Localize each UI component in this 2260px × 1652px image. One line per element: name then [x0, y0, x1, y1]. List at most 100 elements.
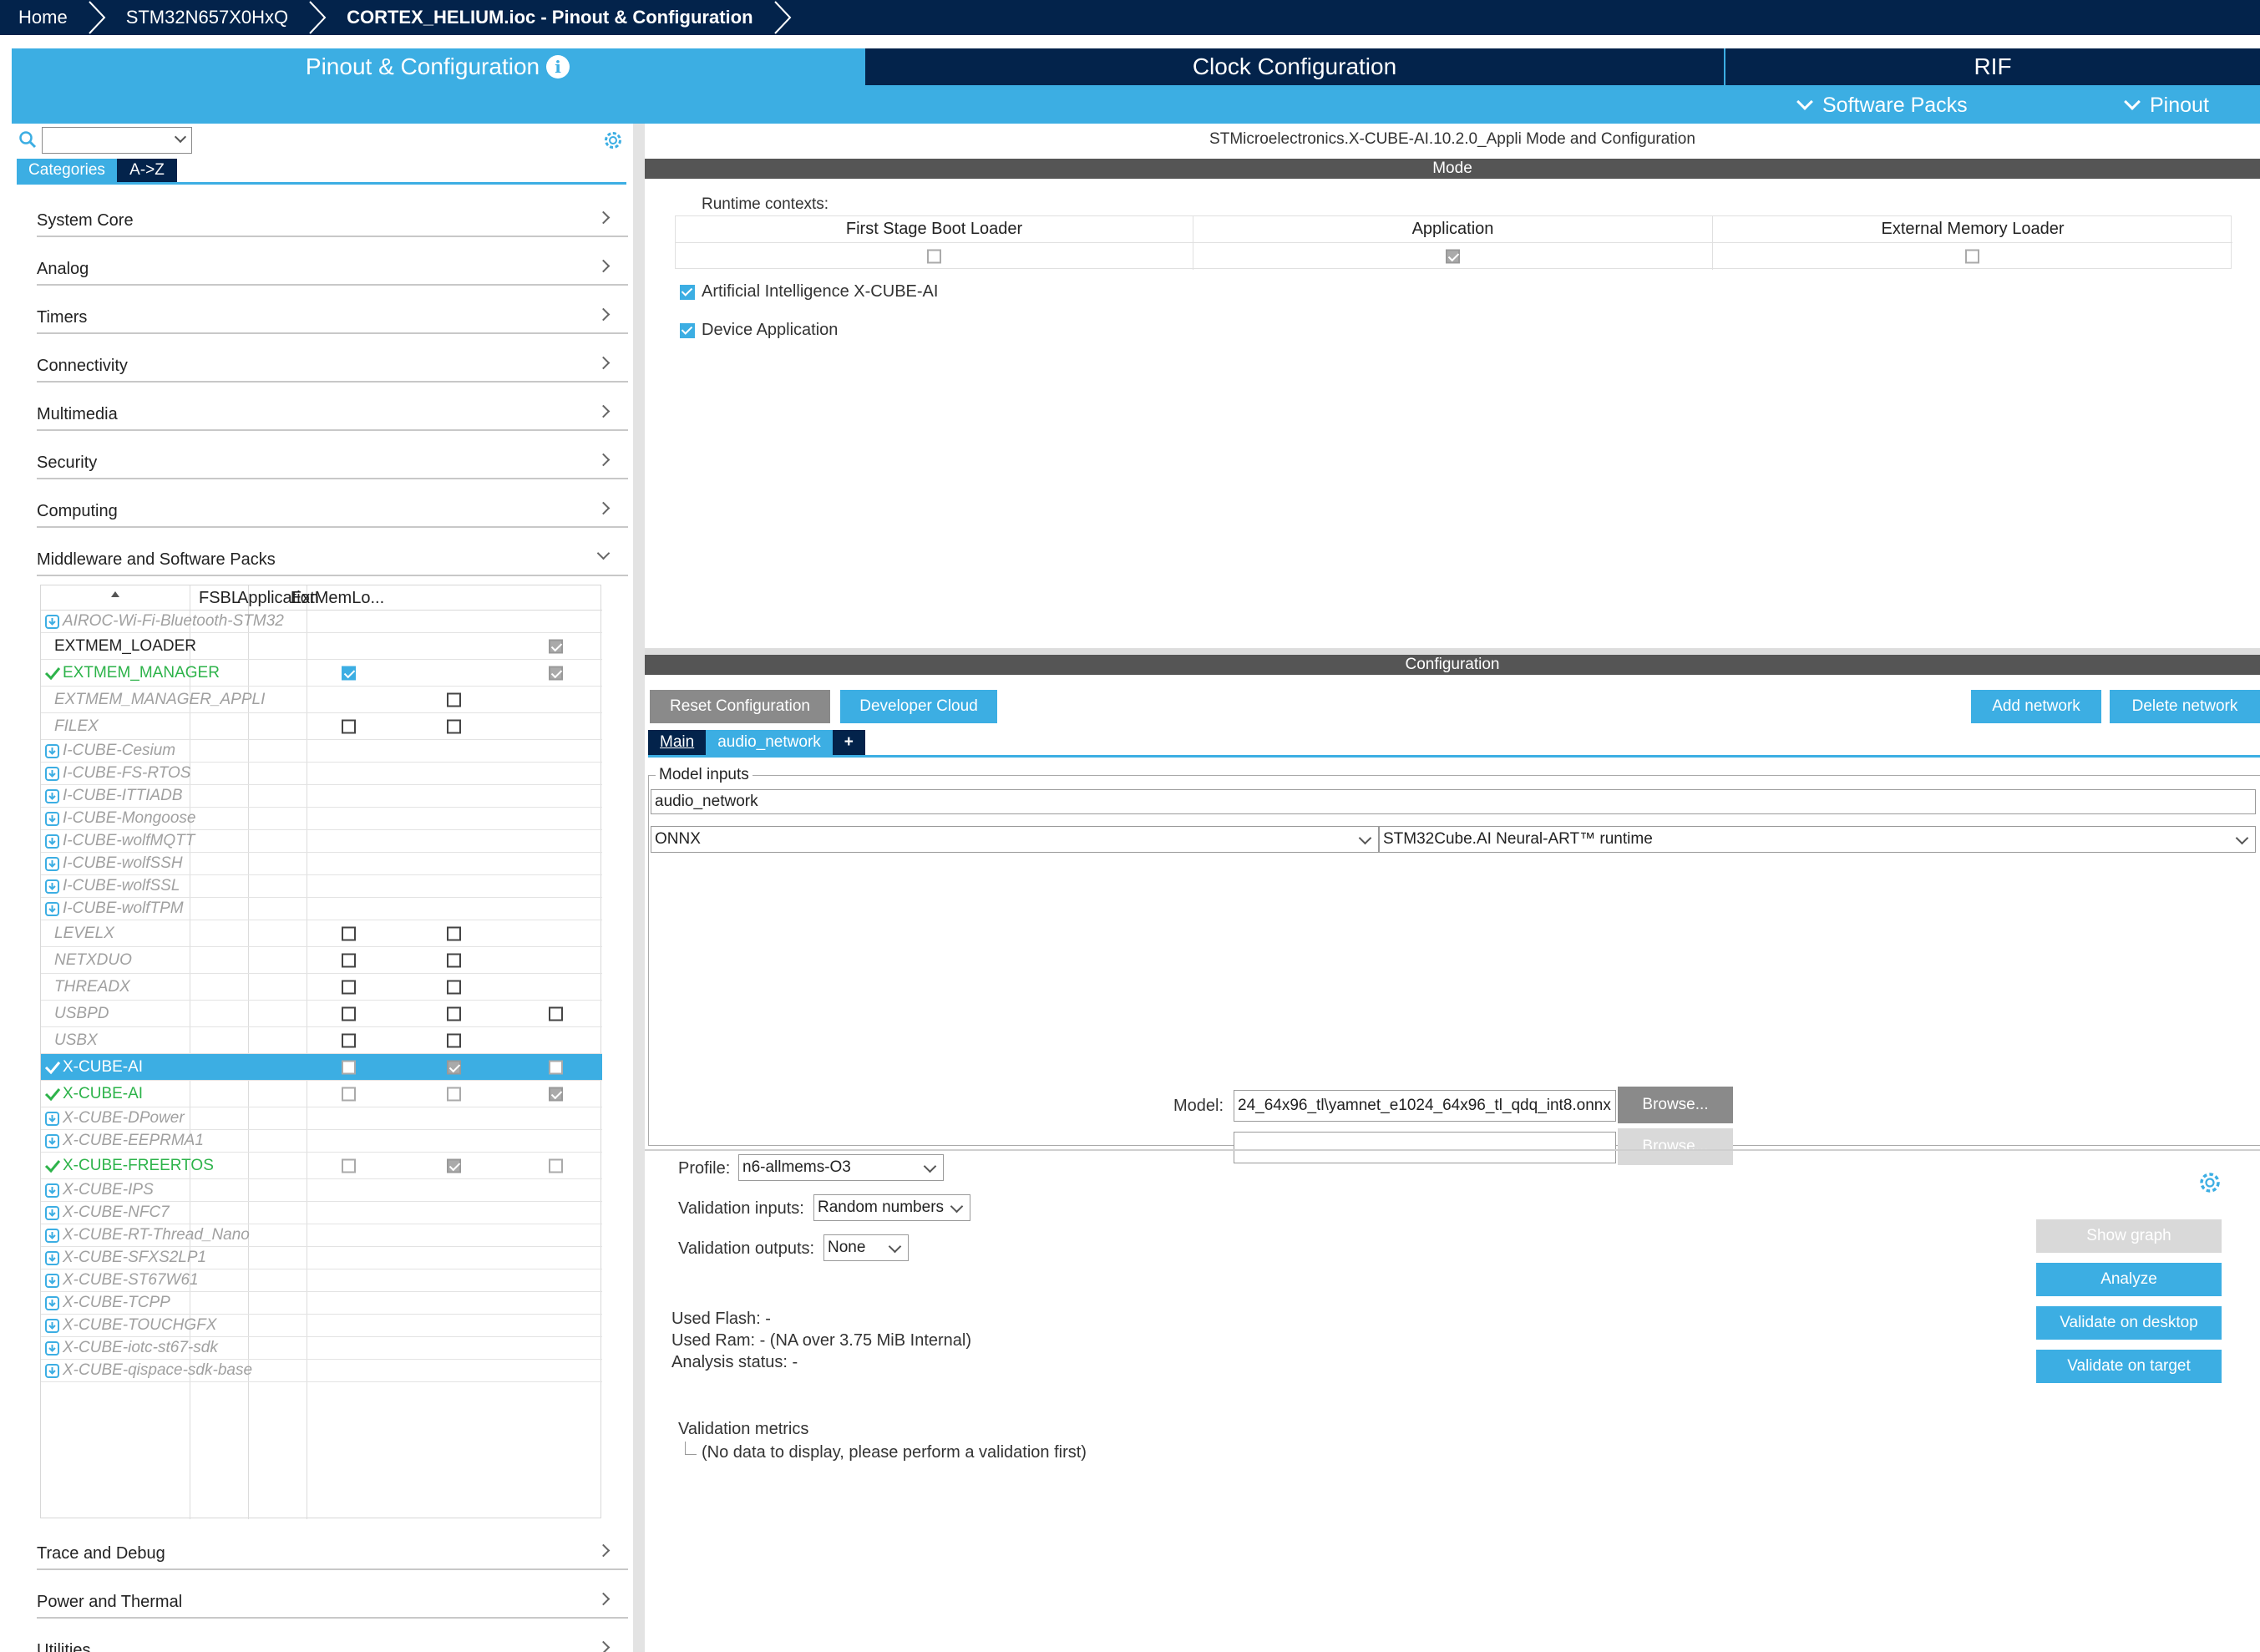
tab-categories[interactable]: Categories: [17, 159, 117, 182]
browse-model-button[interactable]: Browse...: [1618, 1087, 1733, 1123]
profile-select[interactable]: n6-allmems-O3: [738, 1154, 944, 1181]
context-app-checkbox[interactable]: [447, 719, 461, 733]
context-app-checkbox[interactable]: [447, 980, 461, 994]
option-x-cube-ai[interactable]: Artificial Intelligence X-CUBE-AI: [680, 282, 938, 302]
category-row[interactable]: Connectivity: [37, 334, 628, 383]
table-row[interactable]: USBX: [41, 1027, 602, 1054]
context-fsbl-checkbox[interactable]: [342, 1158, 356, 1173]
context-app-checkbox[interactable]: [447, 926, 461, 940]
table-row[interactable]: X-CUBE-EEPRMA1: [41, 1130, 602, 1153]
mode-config-splitter[interactable]: [645, 648, 2260, 655]
analyze-button[interactable]: Analyze: [2036, 1263, 2222, 1296]
context-fsbl-checkbox[interactable]: [342, 926, 356, 940]
gear-icon[interactable]: [2197, 1169, 2223, 1196]
software-packs-menu[interactable]: Software Packs: [1796, 87, 1968, 124]
validation-inputs-select[interactable]: Random numbers: [813, 1194, 970, 1221]
option-device-application[interactable]: Device Application: [680, 321, 838, 340]
category-row[interactable]: Power and Thermal: [37, 1570, 628, 1619]
context-fsbl-checkbox[interactable]: [926, 249, 941, 264]
category-row[interactable]: Multimedia: [37, 383, 628, 431]
validate-on-target-button[interactable]: Validate on target: [2036, 1350, 2222, 1383]
browse-button-disabled[interactable]: Browse...: [1618, 1128, 1733, 1165]
table-row[interactable]: X-CUBE-DPower: [41, 1107, 602, 1130]
breadcrumb-home[interactable]: Home: [0, 0, 86, 35]
tab-rif[interactable]: RIF: [1725, 48, 2260, 85]
table-row[interactable]: USBPD: [41, 1001, 602, 1027]
context-fsbl-checkbox[interactable]: [342, 1060, 356, 1074]
table-row[interactable]: X-CUBE-NFC7: [41, 1202, 602, 1224]
pinout-menu[interactable]: Pinout: [2124, 87, 2209, 124]
tab-audio-network[interactable]: audio_network: [706, 730, 833, 755]
model-path-input[interactable]: 24_64x96_tl\yamnet_e1024_64x96_tl_qdq_in…: [1234, 1090, 1616, 1122]
network-name-input[interactable]: audio_network: [651, 789, 2256, 814]
table-row[interactable]: I-CUBE-wolfMQTT: [41, 830, 602, 853]
category-row[interactable]: Analog: [37, 237, 628, 286]
pane-splitter[interactable]: [633, 124, 645, 1652]
table-row[interactable]: I-CUBE-Cesium: [41, 740, 602, 763]
show-graph-button[interactable]: Show graph: [2036, 1219, 2222, 1253]
context-ext-checkbox[interactable]: [549, 639, 563, 653]
category-row[interactable]: Trace and Debug: [37, 1522, 628, 1570]
tab-a-to-z[interactable]: A->Z: [117, 159, 177, 182]
category-row[interactable]: Security: [37, 431, 628, 479]
context-ext-checkbox[interactable]: [549, 1060, 563, 1074]
table-row[interactable]: X-CUBE-ST67W61: [41, 1269, 602, 1292]
table-row[interactable]: I-CUBE-wolfSSH: [41, 853, 602, 875]
table-row[interactable]: I-CUBE-ITTIADB: [41, 785, 602, 808]
tab-clock-configuration[interactable]: Clock Configuration: [865, 48, 1724, 85]
runtime-select[interactable]: STM32Cube.AI Neural-ART™ runtime: [1379, 826, 2256, 853]
add-network-button[interactable]: Add network: [1971, 690, 2101, 723]
info-icon[interactable]: i: [546, 55, 570, 79]
developer-cloud-button[interactable]: Developer Cloud: [840, 690, 997, 723]
table-row[interactable]: I-CUBE-wolfSSL: [41, 875, 602, 898]
reset-configuration-button[interactable]: Reset Configuration: [650, 690, 830, 723]
context-extmem-checkbox[interactable]: [1965, 249, 1979, 264]
category-row[interactable]: Timers: [37, 286, 628, 334]
context-ext-checkbox[interactable]: [549, 1006, 563, 1021]
table-row[interactable]: I-CUBE-wolfTPM: [41, 898, 602, 920]
table-row[interactable]: X-CUBE-iotc-st67-sdk: [41, 1337, 602, 1360]
table-row[interactable]: AIROC-Wi-Fi-Bluetooth-STM32: [41, 611, 602, 633]
context-app-checkbox[interactable]: [447, 1060, 461, 1074]
context-app-checkbox[interactable]: [447, 1006, 461, 1021]
context-app-checkbox[interactable]: [447, 1033, 461, 1047]
delete-network-button[interactable]: Delete network: [2110, 690, 2260, 723]
context-app-checkbox[interactable]: [447, 953, 461, 967]
option-checkbox[interactable]: [680, 322, 695, 338]
breadcrumb-device[interactable]: STM32N657X0HxQ: [108, 0, 307, 35]
table-row[interactable]: EXTMEM_MANAGER: [41, 660, 602, 687]
table-row[interactable]: X-CUBE-AI: [41, 1054, 602, 1081]
column-header-extmemloader[interactable]: ExtMemLo...: [291, 585, 384, 611]
context-fsbl-checkbox[interactable]: [342, 1087, 356, 1101]
table-row[interactable]: I-CUBE-FS-RTOS: [41, 763, 602, 785]
model-path-input-2[interactable]: [1234, 1132, 1616, 1163]
table-row[interactable]: X-CUBE-qispace-sdk-base: [41, 1360, 602, 1382]
search-icon[interactable]: [18, 130, 37, 149]
table-row[interactable]: I-CUBE-Mongoose: [41, 808, 602, 830]
context-ext-checkbox[interactable]: [549, 1158, 563, 1173]
table-row[interactable]: X-CUBE-FREERTOS: [41, 1153, 602, 1179]
context-fsbl-checkbox[interactable]: [342, 953, 356, 967]
context-fsbl-checkbox[interactable]: [342, 980, 356, 994]
add-tab-button[interactable]: +: [832, 730, 865, 755]
table-row[interactable]: X-CUBE-AI: [41, 1081, 602, 1107]
breadcrumb-project[interactable]: CORTEX_HELIUM.ioc - Pinout & Configurati…: [328, 0, 771, 35]
category-row[interactable]: Computing: [37, 479, 628, 528]
validation-outputs-select[interactable]: None: [823, 1234, 909, 1261]
validate-on-desktop-button[interactable]: Validate on desktop: [2036, 1306, 2222, 1340]
sort-header[interactable]: [41, 585, 190, 611]
tab-main[interactable]: Main: [648, 730, 707, 755]
table-row[interactable]: X-CUBE-RT-Thread_Nano: [41, 1224, 602, 1247]
table-row[interactable]: NETXDUO: [41, 947, 602, 974]
context-ext-checkbox[interactable]: [549, 666, 563, 680]
table-row[interactable]: X-CUBE-SFXS2LP1: [41, 1247, 602, 1269]
context-app-checkbox[interactable]: [447, 1158, 461, 1173]
table-row[interactable]: X-CUBE-TCPP: [41, 1292, 602, 1315]
gear-icon[interactable]: [601, 129, 625, 152]
table-row[interactable]: FILEX: [41, 713, 602, 740]
tab-pinout-configuration[interactable]: Pinout & Configuration i: [12, 48, 864, 85]
table-row[interactable]: X-CUBE-TOUCHGFX: [41, 1315, 602, 1337]
context-app-checkbox[interactable]: [447, 1087, 461, 1101]
context-application-checkbox[interactable]: [1445, 249, 1460, 264]
context-fsbl-checkbox[interactable]: [342, 719, 356, 733]
